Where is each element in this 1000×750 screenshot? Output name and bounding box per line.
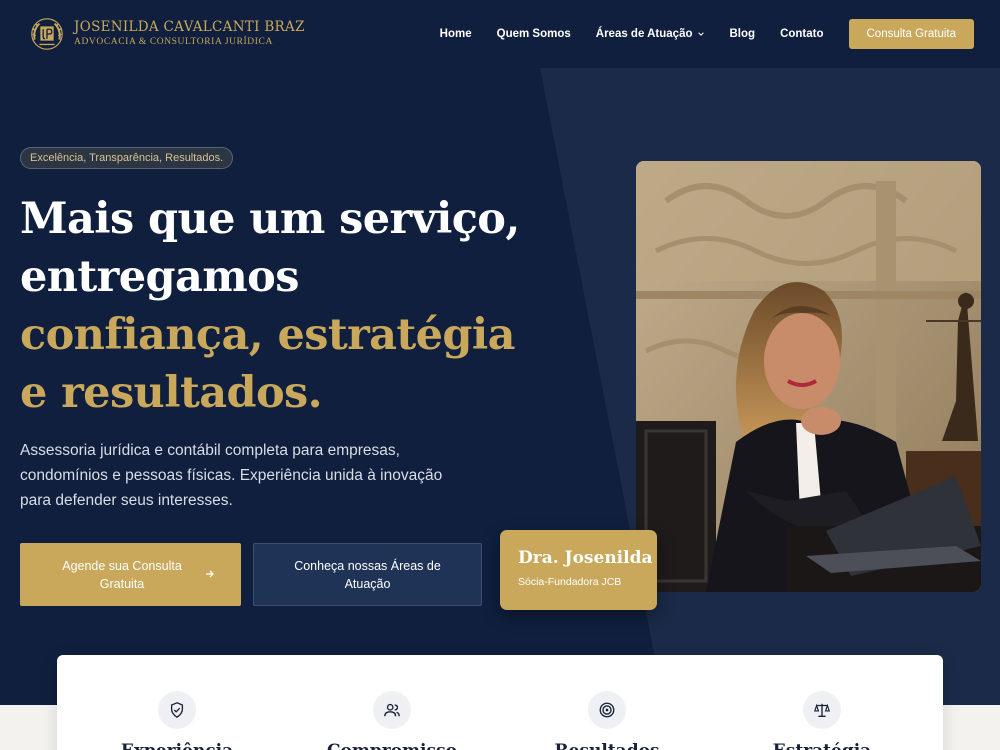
lawyer-name: Dra. Josenilda bbox=[518, 548, 653, 568]
portrait-illustration bbox=[636, 161, 981, 592]
arrow-right-icon bbox=[206, 570, 214, 578]
nav-contato[interactable]: Contato bbox=[780, 28, 823, 40]
hero-section: JOSENILDA CAVALCANTI BRAZ ADVOCACIA & CO… bbox=[0, 0, 1000, 705]
headline-line-2: entregamos bbox=[20, 252, 299, 302]
nav-blog[interactable]: Blog bbox=[730, 28, 756, 40]
feature-title: Estratégia bbox=[732, 741, 912, 750]
features-card: Experiência Compromisso Resultados Estra… bbox=[57, 655, 943, 750]
practice-areas-button[interactable]: Conheça nossas Áreas de Atuação bbox=[253, 543, 482, 606]
headline-line-3: confiança, estratégia bbox=[20, 310, 516, 360]
feature-resultados: Resultados bbox=[517, 691, 697, 750]
lawyer-portrait-photo bbox=[636, 161, 981, 592]
brand-name: JOSENILDA CAVALCANTI BRAZ bbox=[74, 19, 305, 35]
users-icon bbox=[373, 691, 411, 729]
feature-title: Experiência bbox=[87, 741, 267, 750]
feature-estrategia: Estratégia bbox=[732, 691, 912, 750]
headline-line-1: Mais que um serviço, bbox=[20, 194, 520, 244]
site-header: JOSENILDA CAVALCANTI BRAZ ADVOCACIA & CO… bbox=[0, 0, 1000, 68]
nav-areas-de-atuacao[interactable]: Áreas de Atuação bbox=[596, 28, 705, 40]
feature-title: Compromisso bbox=[302, 741, 482, 750]
hero-headline: Mais que um serviço, entregamos confianç… bbox=[20, 190, 540, 422]
laurel-monogram-icon bbox=[31, 18, 63, 50]
nav-home[interactable]: Home bbox=[440, 28, 472, 40]
schedule-consultation-button[interactable]: Agende sua Consulta Gratuita bbox=[20, 543, 241, 606]
schedule-button-label: Agende sua Consulta Gratuita bbox=[62, 558, 182, 591]
lawyer-role: Sócia-Fundadora JCB bbox=[518, 576, 622, 588]
main-nav: Home Quem Somos Áreas de Atuação Blog Co… bbox=[440, 19, 974, 49]
nav-quem-somos[interactable]: Quem Somos bbox=[497, 28, 571, 40]
values-badge: Excelência, Transparência, Resultados. bbox=[20, 147, 234, 169]
hero-description: Assessoria jurídica e contábil completa … bbox=[20, 442, 443, 509]
shield-check-icon bbox=[158, 691, 196, 729]
brand-tagline: ADVOCACIA & CONSULTORIA JURÍDICA bbox=[74, 36, 273, 47]
chevron-down-icon bbox=[697, 32, 704, 36]
feature-title: Resultados bbox=[517, 741, 697, 750]
target-icon bbox=[588, 691, 626, 729]
headline-line-4: e resultados. bbox=[20, 368, 323, 418]
lawyer-nameplate: Dra. Josenilda Sócia-Fundadora JCB bbox=[500, 530, 657, 610]
consulta-gratuita-button[interactable]: Consulta Gratuita bbox=[848, 19, 974, 49]
feature-experiencia: Experiência bbox=[87, 691, 267, 750]
scales-icon bbox=[803, 691, 841, 729]
feature-compromisso: Compromisso bbox=[302, 691, 482, 750]
nav-areas-label: Áreas de Atuação bbox=[595, 28, 693, 40]
brand-logo[interactable]: JOSENILDA CAVALCANTI BRAZ ADVOCACIA & CO… bbox=[28, 15, 305, 53]
